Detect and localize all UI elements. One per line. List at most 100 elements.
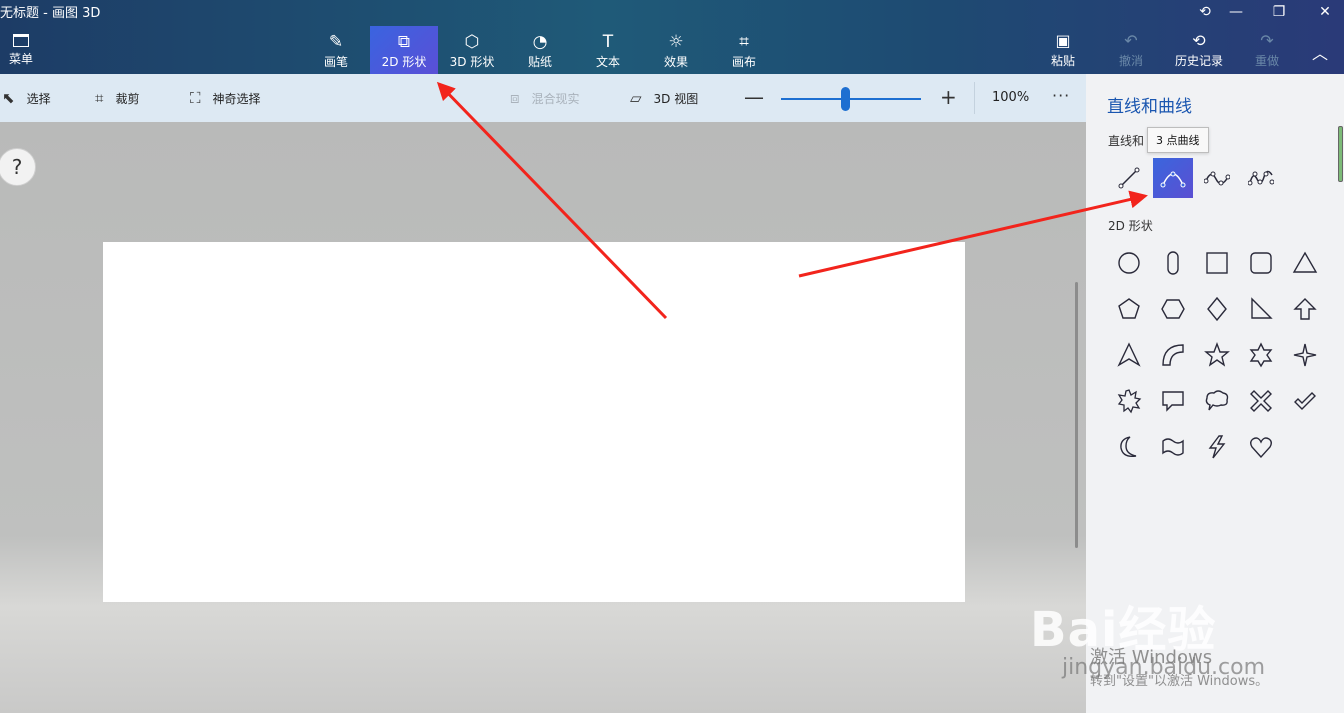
panel-title: 直线和曲线 (1107, 97, 1192, 117)
3-point-curve-icon (1160, 171, 1186, 188)
zoom-in-button[interactable]: + (940, 87, 957, 107)
activation-subtitle: 转到"设置"以激活 Windows。 (1090, 674, 1269, 689)
hexagon-tool[interactable] (1153, 289, 1193, 329)
crop-button[interactable]: ⌗ 裁剪 (95, 74, 139, 122)
tool-label: 画布 (731, 55, 756, 69)
tool-3d-shapes[interactable]: ⬡ 3D 形状 (438, 26, 506, 74)
heart-icon (1250, 437, 1272, 459)
tool-brushes[interactable]: ✎ 画笔 (302, 26, 370, 74)
5-point-curve-tool[interactable] (1241, 158, 1281, 198)
mixed-reality-button[interactable]: ⧈ 混合现实 (510, 74, 580, 122)
diamond-tool[interactable] (1197, 289, 1237, 329)
tool-label: 画笔 (323, 55, 348, 69)
zoom-percent: 100% (992, 90, 1030, 105)
select-label: 选择 (26, 91, 51, 106)
panel-scrollbar[interactable] (1338, 126, 1343, 182)
mixed-reality-icon: ⧈ (510, 89, 520, 107)
4-point-curve-tool[interactable] (1197, 158, 1237, 198)
select-button[interactable]: ⬉ 选择 (2, 74, 51, 122)
undo-icon: ↶ (1124, 31, 1138, 50)
redo-label: 重做 (1254, 54, 1279, 68)
rounded-square-icon (1250, 252, 1272, 274)
triangle-tool[interactable] (1285, 243, 1325, 283)
sub-toolbar: ⬉ 选择 ⌗ 裁剪 ⛶ 神奇选择 ⧈ 混合现实 ▱ 3D 视图 — + 100%… (0, 74, 1086, 122)
tool-2d-shapes[interactable]: ⧉ 2D 形状 (370, 26, 438, 74)
history-icon: ⟲ (1192, 31, 1206, 50)
burst-icon (1117, 389, 1142, 414)
history-label: 历史记录 (1174, 54, 1223, 68)
magic-select-button[interactable]: ⛶ 神奇选择 (190, 74, 261, 122)
star-4-icon (1293, 343, 1317, 367)
checkmark-icon (1294, 392, 1316, 410)
collapse-panel-button[interactable]: ︿ (1312, 40, 1328, 64)
star-5-tool[interactable] (1197, 335, 1237, 375)
drawing-canvas[interactable] (103, 242, 965, 602)
pentagon-tool[interactable] (1109, 289, 1149, 329)
zoom-out-button[interactable]: — (744, 87, 764, 107)
cross-icon (1250, 390, 1272, 412)
star-6-tool[interactable] (1241, 335, 1281, 375)
canvas-icon: ⌗ (739, 32, 749, 52)
brush-icon: ✎ (328, 32, 344, 52)
section-lines-curves: 直线和 (1108, 134, 1145, 148)
zoom-slider-thumb[interactable] (841, 87, 851, 111)
tool-canvas[interactable]: ⌗ 画布 (710, 26, 778, 74)
quarter-circle-icon (1162, 344, 1184, 366)
tool-text[interactable]: T 文本 (574, 26, 642, 74)
checkmark-tool[interactable] (1285, 381, 1325, 421)
text-icon: T (602, 32, 614, 52)
tool-label: 贴纸 (527, 55, 552, 69)
thought-bubble-tool[interactable] (1197, 381, 1237, 421)
3d-view-label: 3D 视图 (653, 91, 699, 106)
4-point-curve-icon (1204, 171, 1230, 186)
banner-tool[interactable] (1153, 427, 1193, 467)
rounded-square-tool[interactable] (1241, 243, 1281, 283)
arrowhead-tool[interactable] (1109, 335, 1149, 375)
more-options-button[interactable]: ··· (1052, 86, 1070, 105)
thought-bubble-icon (1205, 390, 1229, 411)
lightning-icon (1208, 435, 1226, 459)
3d-view-button[interactable]: ▱ 3D 视图 (630, 74, 698, 122)
capsule-tool[interactable] (1153, 243, 1193, 283)
3-point-curve-tool[interactable] (1153, 158, 1193, 198)
3d-shapes-icon: ⬡ (464, 32, 480, 52)
burst-tool[interactable] (1109, 381, 1149, 421)
undo-label: 撤消 (1118, 54, 1143, 68)
banner-icon (1162, 438, 1184, 456)
tooltip: 3 点曲线 (1147, 127, 1209, 153)
arrow-up-tool[interactable] (1285, 289, 1325, 329)
pentagon-icon (1118, 298, 1140, 319)
undo-button[interactable]: ↶ 撤消 (1100, 32, 1162, 69)
history-button[interactable]: ⟲ 历史记录 (1168, 32, 1230, 69)
menu-button[interactable]: 菜单 (4, 34, 38, 67)
tool-stickers[interactable]: ◔ 贴纸 (506, 26, 574, 74)
square-icon (1206, 252, 1228, 274)
paste-button[interactable]: ▣ 粘贴 (1032, 32, 1094, 69)
speech-bubble-tool[interactable] (1153, 381, 1193, 421)
circle-icon (1118, 252, 1140, 274)
close-button[interactable]: ✕ (1302, 0, 1344, 24)
quarter-circle-tool[interactable] (1153, 335, 1193, 375)
tool-effects[interactable]: ☼ 效果 (642, 26, 710, 74)
cursor-icon: ⬉ (2, 89, 15, 107)
workspace-scrollbar[interactable] (1075, 282, 1078, 548)
tool-label: 3D 形状 (449, 55, 495, 69)
cross-tool[interactable] (1241, 381, 1281, 421)
crop-label: 裁剪 (115, 91, 140, 106)
right-triangle-tool[interactable] (1241, 289, 1281, 329)
crop-icon: ⌗ (95, 89, 104, 107)
square-tool[interactable] (1197, 243, 1237, 283)
minimize-button[interactable]: — (1213, 0, 1259, 24)
redo-button[interactable]: ↷ 重做 (1236, 32, 1298, 69)
lightning-tool[interactable] (1197, 427, 1237, 467)
star-4-tool[interactable] (1285, 335, 1325, 375)
line-tool[interactable] (1109, 158, 1149, 198)
top-toolbar: 无标题 - 画图 3D ⟲ — ❐ ✕ 菜单 ✎ 画笔 ⧉ 2D 形状 ⬡ 3D… (0, 0, 1344, 74)
line-icon (1118, 167, 1140, 189)
diamond-icon (1207, 296, 1227, 322)
moon-tool[interactable] (1109, 427, 1149, 467)
restore-button[interactable]: ❐ (1256, 0, 1302, 24)
zoom-slider-track[interactable] (781, 98, 921, 100)
circle-tool[interactable] (1109, 243, 1149, 283)
heart-tool[interactable] (1241, 427, 1281, 467)
